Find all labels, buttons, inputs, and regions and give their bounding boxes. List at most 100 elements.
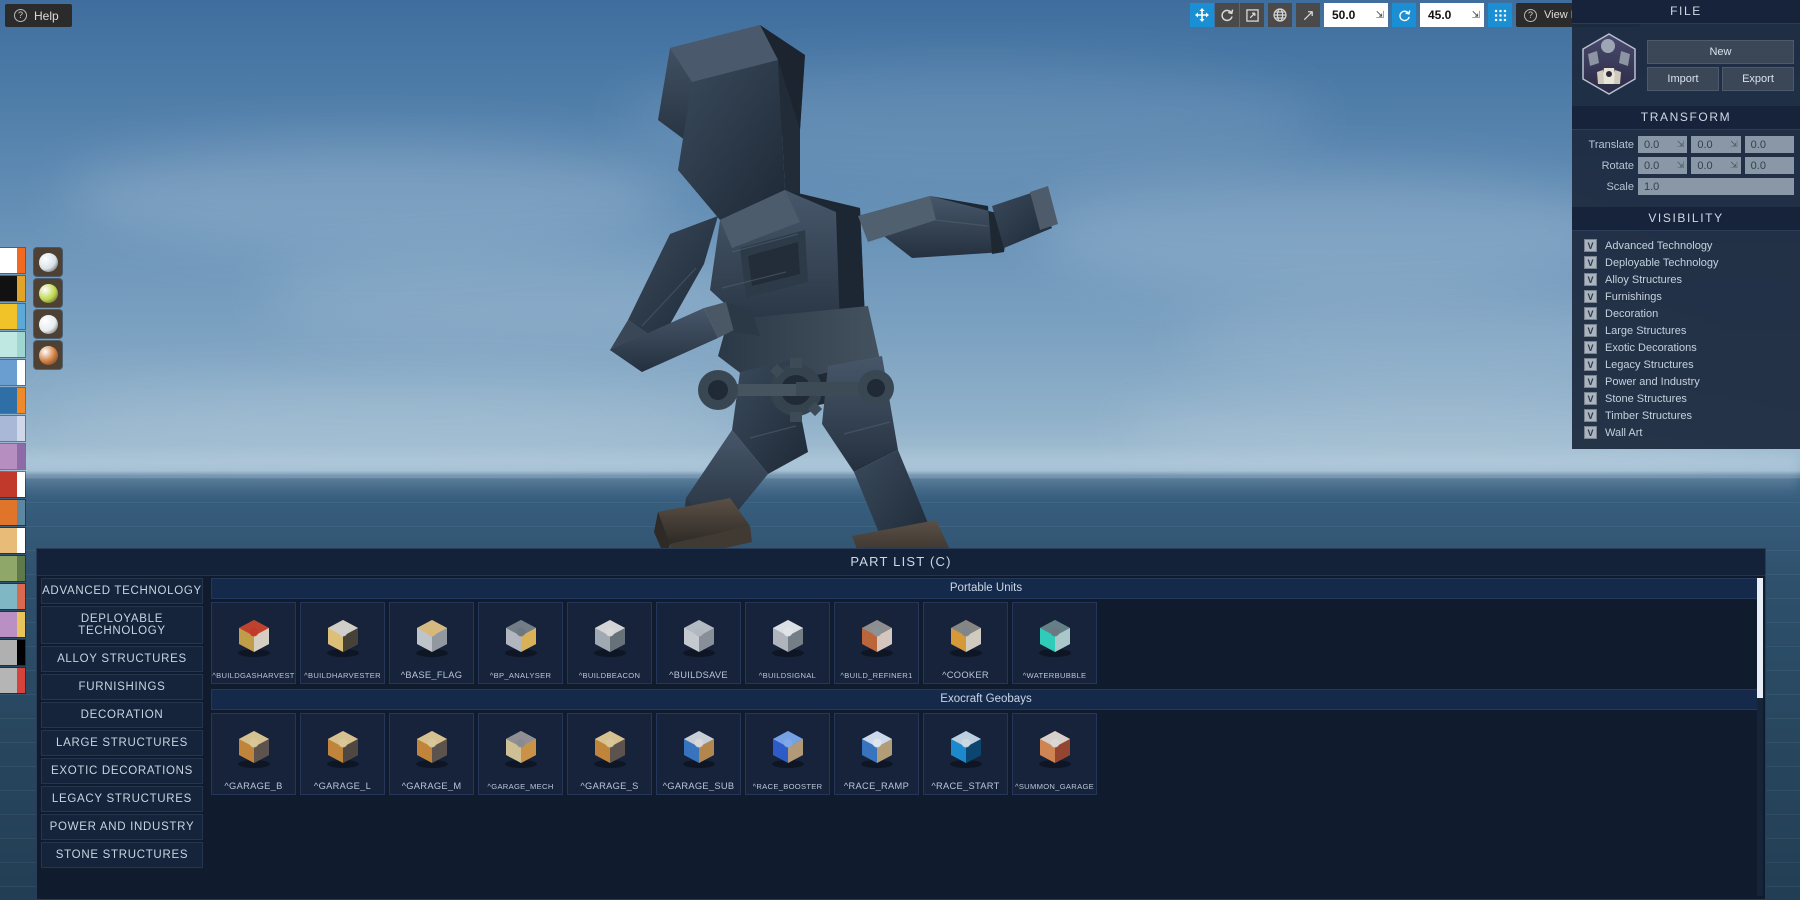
snap-rotate-field[interactable]: 45.0 ⇲ [1420,3,1484,27]
part-item[interactable]: ^GARAGE_L [300,713,385,795]
visibility-item[interactable]: V Exotic Decorations [1578,339,1794,356]
part-item[interactable]: ^BP_ANALYSER [478,602,563,684]
transform-field[interactable]: 0.0 [1744,136,1794,153]
transform-field[interactable]: 0.0 [1744,157,1794,174]
category-item[interactable]: STONE STRUCTURES [41,842,203,868]
part-item[interactable]: ^BUILDGASHARVEST [211,602,296,684]
color-swatch[interactable] [0,584,25,609]
visibility-item[interactable]: V Wall Art [1578,424,1794,441]
color-swatch[interactable] [0,304,25,329]
material-orb-metal[interactable] [34,248,62,276]
spinner-icon[interactable]: ⇲ [1730,139,1738,150]
spinner-icon[interactable]: ⇲ [1677,139,1685,150]
translate-tool-button[interactable] [1190,3,1214,27]
part-item[interactable]: ^BUILDSAVE [656,602,741,684]
part-item[interactable]: ^BUILDSIGNAL [745,602,830,684]
mech-model[interactable] [600,20,1160,640]
world-space-toggle[interactable] [1268,3,1292,27]
visibility-checkbox[interactable]: V [1584,239,1597,252]
visibility-checkbox[interactable]: V [1584,392,1597,405]
material-orb-palette[interactable] [34,248,64,372]
transform-mode-group[interactable] [1190,3,1264,27]
visibility-checkbox[interactable]: V [1584,375,1597,388]
spinner-icon[interactable]: ⇲ [1677,160,1685,171]
part-item[interactable]: ^BUILD_REFINER1 [834,602,919,684]
snap-translate-field[interactable]: 50.0 ⇲ [1324,3,1388,27]
visibility-checkbox[interactable]: V [1584,409,1597,422]
part-item[interactable]: ^GARAGE_S [567,713,652,795]
color-swatch[interactable] [0,276,25,301]
visibility-checkbox[interactable]: V [1584,426,1597,439]
category-item[interactable]: POWER AND INDUSTRY [41,814,203,840]
part-item[interactable]: ^RACE_BOOSTER [745,713,830,795]
part-list-scrollbar-thumb[interactable] [1757,578,1763,698]
scale-tool-button[interactable] [1240,3,1264,27]
color-swatch[interactable] [0,388,25,413]
spinner-icon[interactable]: ⇲ [1472,10,1480,21]
category-list[interactable]: ADVANCED TECHNOLOGY DEPLOYABLE TECHNOLOGY… [37,576,207,898]
part-item[interactable]: ^SUMMON_GARAGE [1012,713,1097,795]
transform-field[interactable]: 0.0 ⇲ [1638,136,1688,153]
color-swatch[interactable] [0,668,25,693]
visibility-item[interactable]: V Power and Industry [1578,373,1794,390]
part-item[interactable]: ^GARAGE_SUB [656,713,741,795]
color-swatch[interactable] [0,248,25,273]
category-item[interactable]: LARGE STRUCTURES [41,730,203,756]
visibility-checkbox[interactable]: V [1584,324,1597,337]
part-item[interactable]: ^GARAGE_B [211,713,296,795]
transform-field[interactable]: 0.0 ⇲ [1691,136,1741,153]
color-swatch[interactable] [0,640,25,665]
color-swatch[interactable] [0,612,25,637]
color-swatch[interactable] [0,416,25,441]
visibility-item[interactable]: V Legacy Structures [1578,356,1794,373]
snap-translate-icon-button[interactable] [1296,3,1320,27]
visibility-item[interactable]: V Large Structures [1578,322,1794,339]
visibility-checkbox[interactable]: V [1584,273,1597,286]
export-button[interactable]: Export [1722,67,1794,91]
category-item[interactable]: ALLOY STRUCTURES [41,646,203,672]
part-item[interactable]: ^COOKER [923,602,1008,684]
part-item[interactable]: ^WATERBUBBLE [1012,602,1097,684]
visibility-item[interactable]: V Decoration [1578,305,1794,322]
visibility-item[interactable]: V Timber Structures [1578,407,1794,424]
color-swatch[interactable] [0,360,25,385]
spinner-icon[interactable]: ⇲ [1730,160,1738,171]
color-swatch[interactable] [0,472,25,497]
category-item[interactable]: DEPLOYABLE TECHNOLOGY [41,606,203,644]
material-orb-copper[interactable] [34,341,62,369]
scale-field[interactable]: 1.0 [1638,178,1794,195]
visibility-checkbox[interactable]: V [1584,256,1597,269]
part-item[interactable]: ^BUILDHARVESTER [300,602,385,684]
new-button[interactable]: New [1647,40,1794,64]
visibility-item[interactable]: V Alloy Structures [1578,271,1794,288]
material-orb-green[interactable] [34,279,62,307]
visibility-checkbox[interactable]: V [1584,341,1597,354]
visibility-item[interactable]: V Deployable Technology [1578,254,1794,271]
color-palette[interactable] [0,248,26,696]
category-item[interactable]: DECORATION [41,702,203,728]
part-item[interactable]: ^GARAGE_M [389,713,474,795]
category-item[interactable]: LEGACY STRUCTURES [41,786,203,812]
grid-toggle-button[interactable] [1488,3,1512,27]
category-item[interactable]: ADVANCED TECHNOLOGY [41,578,203,604]
visibility-item[interactable]: V Stone Structures [1578,390,1794,407]
help-button[interactable]: ? Help [5,4,72,27]
part-item[interactable]: ^BASE_FLAG [389,602,474,684]
part-list-panel[interactable]: PART LIST (C) ADVANCED TECHNOLOGY DEPLOYA… [36,548,1766,900]
color-swatch[interactable] [0,528,25,553]
visibility-checkbox[interactable]: V [1584,358,1597,371]
part-item[interactable]: ^RACE_START [923,713,1008,795]
import-button[interactable]: Import [1647,67,1719,91]
transform-field[interactable]: 0.0 ⇲ [1691,157,1741,174]
category-item[interactable]: FURNISHINGS [41,674,203,700]
visibility-item[interactable]: V Advanced Technology [1578,237,1794,254]
visibility-checkbox[interactable]: V [1584,307,1597,320]
right-side-panel[interactable]: FILE New Import Export TRANSFORM Transla… [1572,0,1800,520]
material-orb-silver[interactable] [34,310,62,338]
part-item[interactable]: ^BUILDBEACON [567,602,652,684]
transform-field[interactable]: 0.0 ⇲ [1638,157,1688,174]
visibility-checkbox[interactable]: V [1584,290,1597,303]
color-swatch[interactable] [0,500,25,525]
visibility-item[interactable]: V Furnishings [1578,288,1794,305]
spinner-icon[interactable]: ⇲ [1376,10,1384,21]
